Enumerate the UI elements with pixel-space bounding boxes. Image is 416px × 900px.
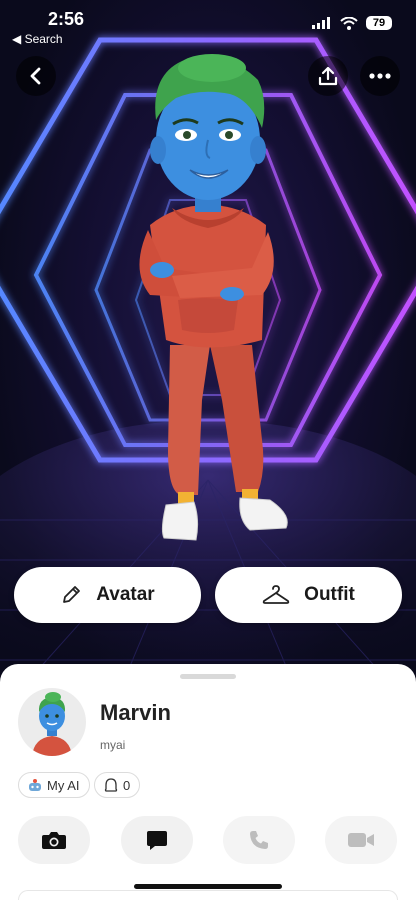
bitmoji-character: [139, 54, 288, 541]
home-indicator: [134, 884, 282, 889]
outfit-button-label: Outfit: [304, 584, 355, 605]
share-icon: [318, 66, 338, 86]
hanger-icon: [262, 585, 290, 604]
avatar-hero: 2:56 ◀ Search 79 Avatar Outfit: [0, 0, 416, 690]
more-options-button[interactable]: [360, 56, 400, 96]
robot-icon: [29, 779, 41, 791]
pencil-icon: [63, 586, 81, 603]
bitmoji-avatar-icon: [32, 692, 72, 756]
status-bar: 2:56 ◀ Search 79: [0, 0, 416, 48]
my-ai-chip[interactable]: My AI: [18, 772, 90, 798]
signal-icon: [312, 17, 330, 29]
chat-icon: [147, 831, 167, 850]
back-to-search-link[interactable]: ◀ Search: [12, 32, 63, 46]
phone-icon: [250, 831, 268, 849]
edit-avatar-button[interactable]: Avatar: [14, 567, 201, 623]
camera-button[interactable]: [18, 816, 90, 864]
profile-name: Marvin: [100, 700, 171, 725]
profile-username: myai: [100, 738, 126, 752]
video-icon: [348, 833, 374, 847]
call-button[interactable]: [223, 816, 295, 864]
sheet-grabber[interactable]: [180, 674, 236, 679]
wifi-icon: [340, 16, 358, 30]
snapscore-value: 0: [123, 777, 131, 793]
edit-outfit-button[interactable]: Outfit: [215, 567, 402, 623]
avatar[interactable]: [18, 688, 86, 756]
back-button[interactable]: [16, 56, 56, 96]
share-button[interactable]: [308, 56, 348, 96]
chat-button[interactable]: [121, 816, 193, 864]
status-time: 2:56: [48, 9, 85, 29]
ghost-icon: [104, 778, 118, 792]
my-ai-chip-label: My AI: [47, 777, 80, 793]
status-icons: 79: [312, 16, 392, 30]
avatar-button-label: Avatar: [96, 584, 155, 605]
snapscore-chip[interactable]: 0: [94, 772, 141, 798]
chevron-left-icon: [30, 67, 41, 85]
camera-icon: [42, 832, 66, 849]
video-call-button[interactable]: [325, 816, 397, 864]
more-icon: [369, 73, 391, 79]
bottom-card-edge: [18, 890, 398, 900]
battery-indicator: 79: [366, 16, 392, 30]
profile-sheet: Marvin myai My AI 0: [0, 664, 416, 900]
